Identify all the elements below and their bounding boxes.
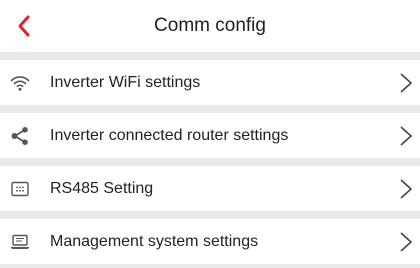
rs485-port-icon: [9, 178, 31, 200]
menu-item-label: RS485 Setting: [50, 180, 154, 197]
menu-item-label: Management system settings: [50, 233, 259, 250]
chevron-right-icon: [400, 126, 413, 146]
chevron-right-icon: [400, 179, 413, 199]
menu-item-inverter-wifi-settings[interactable]: Inverter WiFi settings: [0, 60, 420, 105]
menu-item-label: Inverter connected router settings: [50, 127, 289, 144]
header-bar: Comm config: [0, 0, 420, 52]
menu-item-router-settings[interactable]: Inverter connected router settings: [0, 113, 420, 158]
wifi-icon: [9, 72, 31, 94]
back-button[interactable]: [8, 10, 40, 42]
menu-item-management-system-settings[interactable]: Management system settings: [0, 219, 420, 264]
menu-item-label: Inverter WiFi settings: [50, 74, 201, 91]
comm-config-screen: Comm config Inverter WiFi settings Inver…: [0, 0, 420, 268]
laptop-icon: [9, 231, 31, 253]
chevron-left-icon: [18, 15, 30, 37]
share-icon: [9, 125, 31, 147]
chevron-right-icon: [400, 232, 413, 252]
chevron-right-icon: [400, 73, 413, 93]
page-title: Comm config: [154, 15, 266, 36]
menu-item-rs485-setting[interactable]: RS485 Setting: [0, 166, 420, 211]
